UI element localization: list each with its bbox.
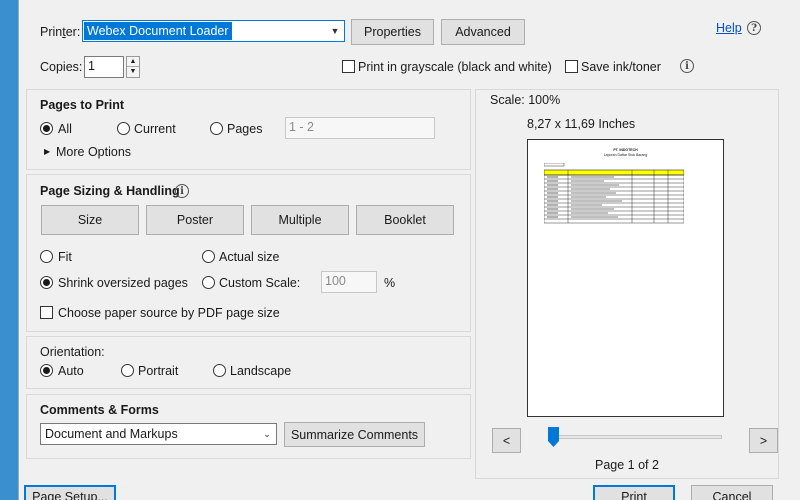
sizing-title: Page Sizing & Handling <box>40 184 180 198</box>
chevron-up-icon[interactable]: ▲ <box>127 57 139 67</box>
grayscale-checkbox[interactable] <box>342 60 355 73</box>
orientation-panel: Orientation: Auto Portrait Landscape <box>26 336 471 389</box>
printer-label: Printer: <box>40 25 81 39</box>
portrait-label: Portrait <box>138 364 179 378</box>
comments-title: Comments & Forms <box>40 403 159 417</box>
shrink-label: Shrink oversized pages <box>58 276 188 290</box>
custom-scale-label: Custom Scale: <box>219 276 301 290</box>
save-ink-label: Save ink/toner <box>581 60 661 74</box>
page-slider-track[interactable] <box>548 435 722 439</box>
paper-source-checkbox[interactable] <box>40 306 53 319</box>
size-button[interactable]: Size <box>41 205 139 235</box>
help-link[interactable]: Help <box>716 21 742 35</box>
auto-label: Auto <box>58 364 84 378</box>
prev-page-button[interactable]: < <box>492 428 521 453</box>
multiple-button[interactable]: Multiple <box>251 205 349 235</box>
landscape-label: Landscape <box>230 364 292 378</box>
comments-select[interactable]: Document and Markups ⌄ <box>40 423 277 445</box>
save-ink-checkbox[interactable] <box>565 60 578 73</box>
chevron-down-icon: ⌄ <box>263 428 271 439</box>
page-slider-thumb[interactable] <box>548 427 559 447</box>
printer-select-value: Webex Document Loader <box>84 22 232 40</box>
current-label: Current <box>134 122 176 136</box>
auto-radio[interactable] <box>40 364 53 377</box>
copies-label: Copies: <box>40 60 83 74</box>
copies-stepper[interactable]: ▲ ▼ <box>126 56 140 78</box>
grayscale-label: Print in grayscale (black and white) <box>358 60 552 74</box>
next-page-button[interactable]: > <box>749 428 778 453</box>
page-sizing-panel: Page Sizing & Handling i Size Poster Mul… <box>26 174 471 332</box>
copies-value: 1 <box>88 59 95 73</box>
poster-button[interactable]: Poster <box>146 205 244 235</box>
portrait-radio[interactable] <box>121 364 134 377</box>
pages-title: Pages to Print <box>40 98 125 112</box>
print-dialog: Printer: Webex Document Loader ▼ Propert… <box>18 0 800 500</box>
print-button[interactable]: Print <box>593 485 675 500</box>
printer-select[interactable]: Webex Document Loader ▼ <box>82 20 345 42</box>
cancel-button[interactable]: Cancel <box>691 485 773 500</box>
percent-label: % <box>384 276 396 290</box>
custom-scale-input[interactable]: 100 <box>321 271 377 293</box>
comments-forms-panel: Comments & Forms Document and Markups ⌄ … <box>26 394 471 459</box>
chevron-down-icon[interactable]: ▼ <box>127 67 139 77</box>
sizing-info-icon[interactable]: i <box>175 184 189 198</box>
help-info-icon[interactable]: ? <box>747 21 761 35</box>
page-preview: PT. INDOTECH Laporan Daftar Stok Barang <box>527 139 724 417</box>
actual-size-label: Actual size <box>219 250 280 264</box>
page-range-input[interactable]: 1 - 2 <box>285 117 435 139</box>
fit-label: Fit <box>58 250 72 264</box>
copies-input[interactable]: 1 <box>84 56 124 78</box>
orientation-title: Orientation: <box>40 345 105 359</box>
preview-panel: Scale: 100% 8,27 x 11,69 Inches PT. INDO… <box>475 89 779 479</box>
custom-scale-value: 100 <box>325 274 346 288</box>
all-radio[interactable] <box>40 122 53 135</box>
pages-radio[interactable] <box>210 122 223 135</box>
page-range-value: 1 - 2 <box>289 120 315 134</box>
actual-size-radio[interactable] <box>202 250 215 263</box>
preview-doc-title: PT. INDOTECH <box>613 148 638 152</box>
all-label: All <box>58 122 72 136</box>
pages-label: Pages <box>227 122 263 136</box>
chevron-down-icon: ▼ <box>330 26 340 36</box>
shrink-radio[interactable] <box>40 276 53 289</box>
advanced-button[interactable]: Advanced <box>441 19 525 45</box>
more-options-toggle[interactable]: More Options <box>56 145 131 159</box>
scale-label: Scale: 100% <box>490 93 561 107</box>
preview-table-thumbnail <box>544 163 684 224</box>
current-radio[interactable] <box>117 122 130 135</box>
save-ink-info-icon[interactable]: i <box>680 59 694 73</box>
booklet-button[interactable]: Booklet <box>356 205 454 235</box>
paper-size-label: 8,27 x 11,69 Inches <box>527 117 636 131</box>
page-setup-button[interactable]: Page Setup... <box>24 485 116 500</box>
comments-select-value: Document and Markups <box>45 427 178 441</box>
custom-scale-radio[interactable] <box>202 276 215 289</box>
caret-right-icon[interactable]: ▶ <box>44 147 50 156</box>
page-info-label: Page 1 of 2 <box>595 458 659 472</box>
properties-button[interactable]: Properties <box>351 19 434 45</box>
fit-radio[interactable] <box>40 250 53 263</box>
paper-source-label: Choose paper source by PDF page size <box>58 306 280 320</box>
landscape-radio[interactable] <box>213 364 226 377</box>
pages-to-print-panel: Pages to Print All Current Pages 1 - 2 ▶… <box>26 89 471 170</box>
summarize-comments-button[interactable]: Summarize Comments <box>284 422 425 447</box>
preview-doc-subtitle: Laporan Daftar Stok Barang <box>603 153 648 157</box>
